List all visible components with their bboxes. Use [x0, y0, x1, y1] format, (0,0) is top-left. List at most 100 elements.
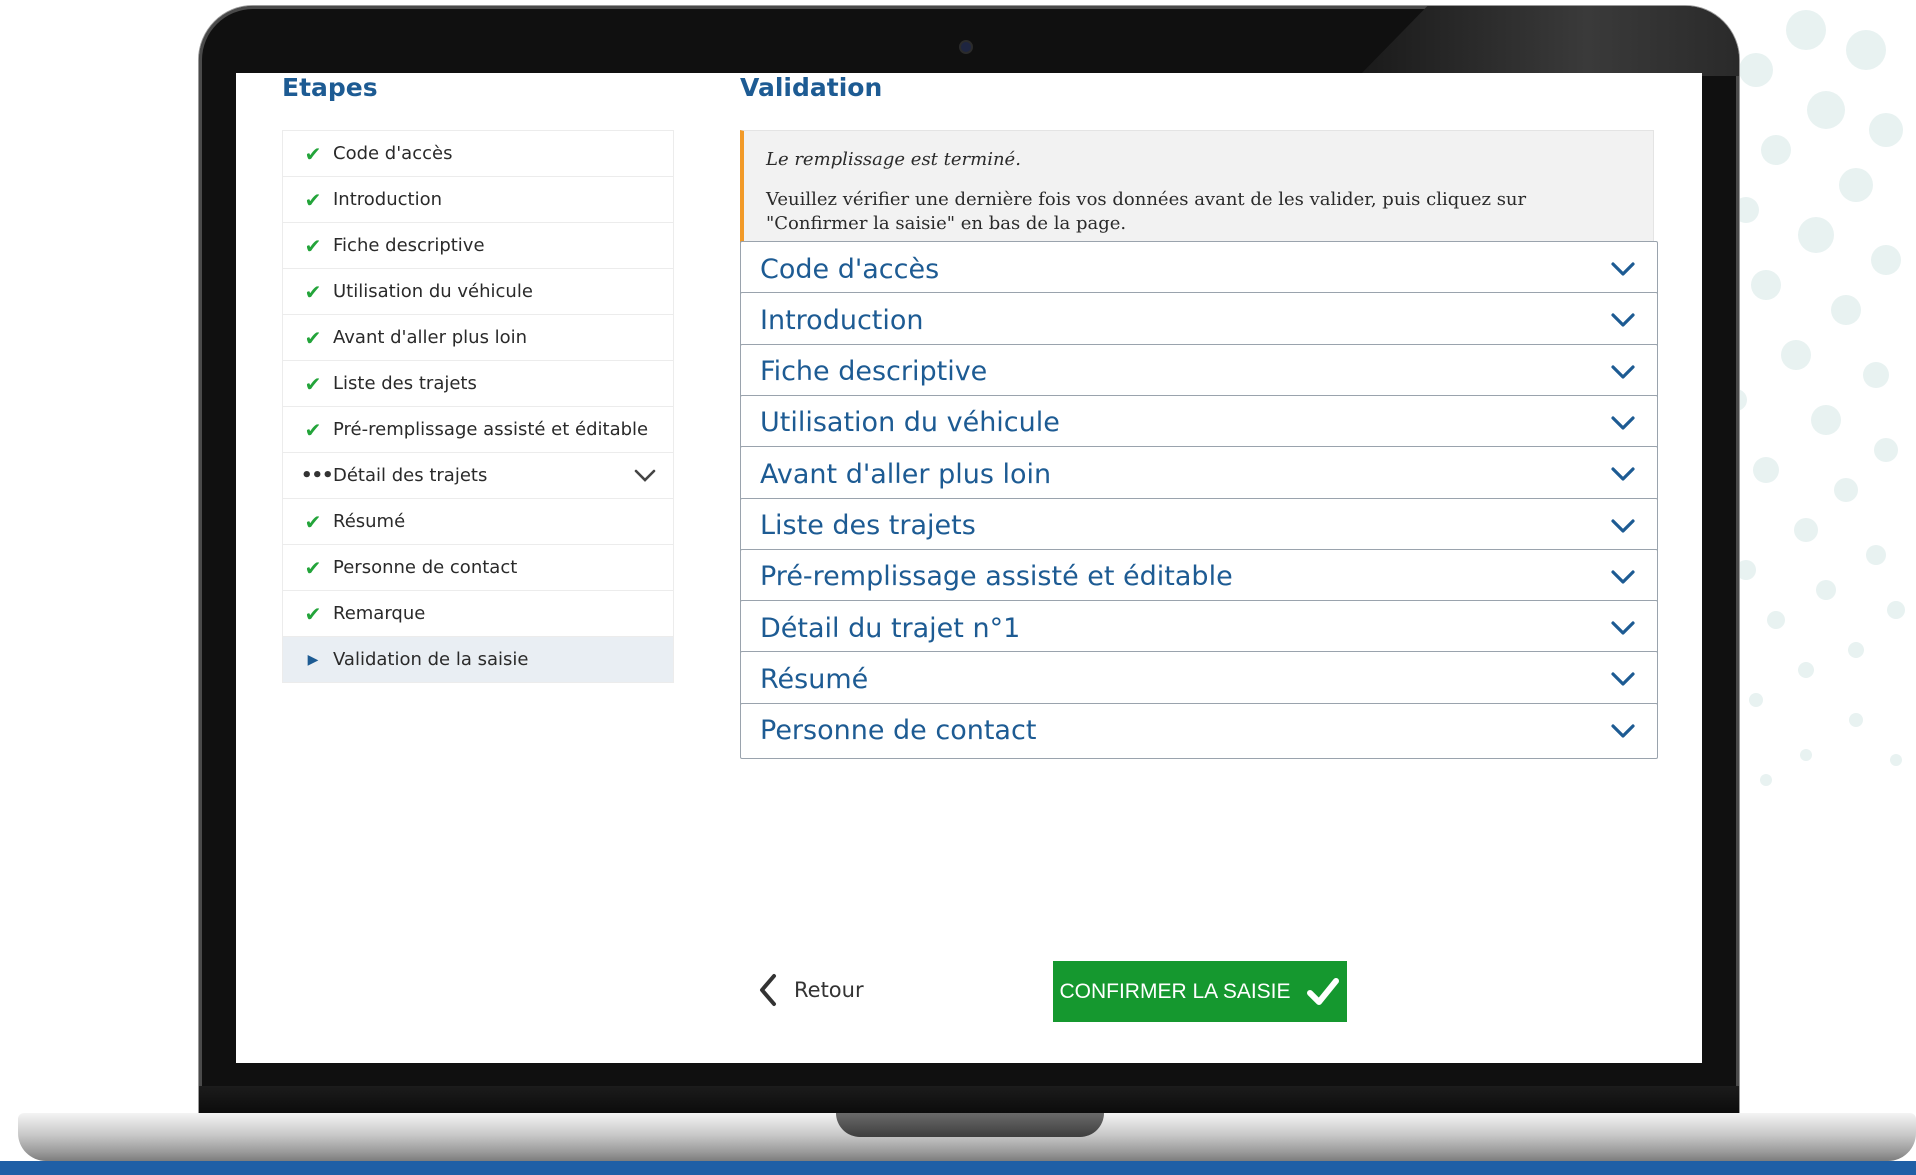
decorative-dot	[1848, 642, 1864, 658]
decorative-dot	[1811, 405, 1841, 435]
accordion-section[interactable]: Introduction	[740, 292, 1658, 349]
decorative-dot	[1760, 774, 1772, 786]
decorative-dot	[1794, 518, 1818, 542]
step-item[interactable]: ✔ Introduction	[283, 177, 673, 223]
decorative-dot	[1846, 30, 1886, 70]
accordion-section[interactable]: Liste des trajets	[740, 497, 1658, 554]
camera-icon	[961, 42, 971, 52]
chevron-down-icon	[1611, 416, 1635, 430]
confirm-button-label: CONFIRMER LA SAISIE	[1059, 979, 1291, 1003]
step-item[interactable]: ✔ Personne de contact	[283, 545, 673, 591]
chevron-down-icon	[1611, 313, 1635, 327]
step-item[interactable]: ✔ Liste des trajets	[283, 361, 673, 407]
accordion-section[interactable]: Pré-remplissage assisté et éditable	[740, 548, 1658, 605]
decorative-dot	[1739, 53, 1773, 87]
decorative-dot	[1807, 91, 1845, 129]
decorative-dot	[1753, 457, 1779, 483]
check-icon: ✔	[304, 141, 322, 166]
accordion-section[interactable]: Personne de contact	[740, 702, 1658, 759]
accordion-section[interactable]: Fiche descriptive	[740, 343, 1658, 400]
decorative-dot	[1816, 580, 1836, 600]
accordion-section-label: Introduction	[760, 304, 924, 336]
page-title: Validation	[740, 73, 883, 102]
completion-notice: Le remplissage est terminé. Veuillez vér…	[740, 130, 1654, 252]
step-item[interactable]: ▶ Validation de la saisie	[283, 637, 673, 682]
step-label: Pré-remplissage assisté et éditable	[333, 419, 649, 440]
check-icon: ✔	[304, 601, 322, 626]
step-item[interactable]: ✔ Avant d'aller plus loin	[283, 315, 673, 361]
decorative-dot	[1798, 217, 1834, 253]
step-label: Code d'accès	[333, 143, 453, 164]
chevron-down-icon	[1611, 518, 1635, 533]
decorative-dot	[1849, 713, 1863, 727]
check-icon: ✔	[304, 279, 322, 304]
accordion-section-label: Liste des trajets	[760, 510, 976, 541]
accordion-section[interactable]: Utilisation du véhicule	[740, 394, 1658, 451]
accordion-section-label: Résumé	[760, 663, 869, 695]
check-icon: ✔	[304, 371, 322, 396]
decorative-dot	[1866, 545, 1886, 565]
decorative-dot	[1798, 662, 1814, 678]
decorative-dot	[1751, 270, 1781, 300]
step-label: Remarque	[333, 603, 426, 624]
confirm-button[interactable]: CONFIRMER LA SAISIE	[1053, 961, 1347, 1022]
lid-gloss	[1359, 6, 1739, 76]
step-item[interactable]: ✔ Résumé	[283, 499, 673, 545]
steps-list: ✔ Code d'accès ✔ Introduction ✔ Fiche descrip…	[282, 130, 674, 683]
accordion-section[interactable]: Avant d'aller plus loin	[740, 446, 1658, 503]
decorative-dot	[1767, 611, 1785, 629]
step-label: Utilisation du véhicule	[333, 281, 533, 302]
step-item[interactable]: ••• Détail des trajets	[283, 453, 673, 499]
step-item[interactable]: ✔ Remarque	[283, 591, 673, 637]
chevron-down-icon	[1611, 467, 1635, 481]
accordion-section-label: Pré-remplissage assisté et éditable	[760, 561, 1233, 593]
chevron-down-icon[interactable]	[633, 463, 657, 487]
step-item[interactable]: ✔ Utilisation du véhicule	[283, 269, 673, 315]
accordion-section[interactable]: Détail du trajet n°1	[740, 600, 1658, 657]
step-item[interactable]: ✔ Fiche descriptive	[283, 223, 673, 269]
accordion-section-label: Code d'accès	[760, 253, 940, 285]
dots-icon: •••	[301, 465, 334, 486]
step-label: Détail des trajets	[333, 465, 488, 486]
decorative-dot	[1887, 601, 1905, 619]
lid-bottom-bezel	[199, 1086, 1739, 1116]
step-label: Résumé	[333, 511, 406, 532]
decorative-dot	[1781, 340, 1811, 370]
accordion-section-label: Détail du trajet n°1	[760, 612, 1021, 644]
accordion-section-label: Avant d'aller plus loin	[760, 458, 1052, 490]
accordion-section[interactable]: Code d'accès	[740, 241, 1658, 297]
chevron-down-icon	[1611, 672, 1635, 686]
chevron-down-icon	[1611, 724, 1635, 738]
decorative-dot	[1736, 560, 1756, 580]
steps-title: Etapes	[282, 73, 378, 102]
decorative-dot	[1834, 478, 1858, 502]
check-icon: ✔	[304, 509, 322, 534]
laptop-notch	[836, 1113, 1104, 1137]
accordion-section-label: Utilisation du véhicule	[760, 407, 1060, 439]
accordion-section[interactable]: Résumé	[740, 651, 1658, 708]
back-button-label: Retour	[794, 978, 864, 1002]
check-icon	[1306, 977, 1339, 1005]
step-label: Introduction	[333, 189, 443, 210]
back-button[interactable]: Retour	[754, 967, 884, 1013]
chevron-left-icon	[760, 974, 776, 1006]
decorative-dot	[1786, 10, 1826, 50]
decorative-dot	[1874, 438, 1898, 462]
step-label: Liste des trajets	[333, 373, 477, 394]
step-item[interactable]: ✔ Code d'accès	[283, 131, 673, 177]
step-label: Avant d'aller plus loin	[333, 327, 528, 348]
caret-right-icon: ▶	[307, 651, 319, 668]
laptop-screen: Etapes Validation ✔ Code d'accès ✔ Introduc…	[236, 73, 1702, 1063]
decorative-dot	[1871, 245, 1901, 275]
step-label: Fiche descriptive	[333, 235, 485, 256]
accordion-section-label: Personne de contact	[760, 715, 1037, 747]
step-label: Validation de la saisie	[333, 649, 529, 670]
decorative-dot	[1749, 693, 1763, 707]
step-label: Personne de contact	[333, 557, 518, 578]
step-item[interactable]: ✔ Pré-remplissage assisté et éditable	[283, 407, 673, 453]
check-icon: ✔	[304, 325, 322, 350]
decorative-dot	[1831, 295, 1861, 325]
chevron-down-icon	[1611, 364, 1635, 379]
chevron-down-icon	[1611, 262, 1635, 276]
chevron-down-icon	[1611, 570, 1635, 584]
